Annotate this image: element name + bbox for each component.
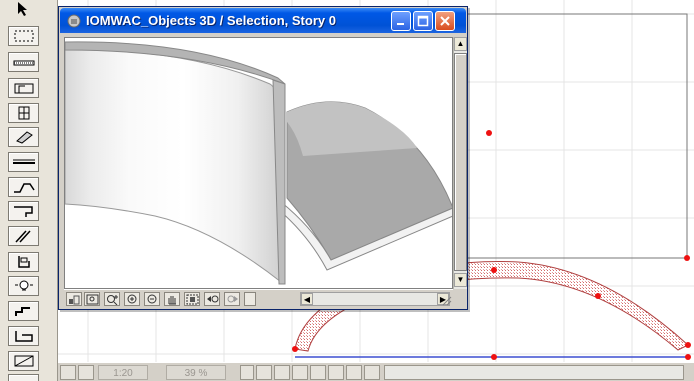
scroll-left-icon[interactable]: ◀: [301, 293, 313, 305]
maximize-icon: [417, 15, 429, 27]
vertical-scroll-thumb[interactable]: [454, 53, 467, 271]
3d-vertical-scrollbar[interactable]: ▲ ▼: [453, 37, 467, 289]
minimize-icon: [397, 23, 404, 25]
zoom-popup-icon[interactable]: [240, 365, 254, 380]
close-icon: [440, 16, 450, 26]
scroll-down-icon[interactable]: ▼: [454, 273, 467, 287]
plan-zoom-plus-minus-icon[interactable]: [256, 365, 272, 380]
zoom-plus-minus-icon[interactable]: [104, 292, 120, 306]
zoom-readout[interactable]: 39 %: [166, 365, 226, 380]
marquee-tool-icon[interactable]: [8, 26, 39, 46]
maximize-button[interactable]: [413, 11, 433, 31]
column-tool-icon[interactable]: [8, 127, 39, 147]
minimize-button[interactable]: [391, 11, 411, 31]
beam-tool-icon[interactable]: [8, 152, 39, 172]
fill-tool-icon[interactable]: [8, 374, 39, 381]
plan-zoom-in-icon[interactable]: [274, 365, 290, 380]
arrow-tool-icon[interactable]: [16, 1, 30, 22]
curved-wall-face: [65, 49, 282, 284]
door-tool-icon[interactable]: [8, 78, 39, 98]
zone-tool-icon[interactable]: [8, 351, 39, 371]
zoom-in-icon[interactable]: [124, 292, 140, 306]
stair-tool-icon[interactable]: [8, 201, 39, 221]
stair-object-icon[interactable]: [8, 326, 39, 346]
object-tool-icon[interactable]: [8, 276, 39, 296]
archicad-3d-window-icon: [66, 13, 82, 29]
3d-view-settings-icon[interactable]: [66, 292, 82, 306]
3d-viewport[interactable]: [64, 37, 453, 289]
scale-readout[interactable]: 1:20: [98, 365, 148, 380]
3d-window-toolbar: ◀ ▶: [64, 289, 453, 307]
wall-tool-icon[interactable]: [8, 52, 39, 72]
plan-status-bar: 1:20 39 %: [58, 362, 694, 381]
3d-window[interactable]: IOMWAC_Objects 3D / Selection, Story 0 ▲…: [58, 6, 468, 310]
plan-settings-icon[interactable]: [60, 365, 76, 380]
curved-slab-upper-face: [287, 101, 417, 156]
slab-tool-icon[interactable]: [8, 177, 39, 197]
previous-zoom-icon[interactable]: [204, 292, 220, 306]
3d-window-title: IOMWAC_Objects 3D / Selection, Story 0: [86, 13, 336, 28]
plan-previous-zoom-icon[interactable]: [346, 365, 362, 380]
lamp-tool-icon[interactable]: [8, 301, 39, 321]
pan-hand-icon[interactable]: [164, 292, 180, 306]
plan-zoom-out-icon[interactable]: [292, 365, 308, 380]
3d-window-titlebar[interactable]: IOMWAC_Objects 3D / Selection, Story 0: [60, 8, 466, 33]
zoom-out-icon[interactable]: [144, 292, 160, 306]
plan-rectangle[interactable]: [429, 13, 688, 259]
plan-horizontal-scrollbar[interactable]: [384, 365, 684, 380]
plan-pan-icon[interactable]: [310, 365, 326, 380]
resize-grip-icon[interactable]: [440, 294, 452, 306]
plan-next-zoom-icon[interactable]: [364, 365, 380, 380]
roof-tool-icon[interactable]: [8, 226, 39, 246]
3d-model-render: [65, 41, 452, 285]
fit-in-window-icon[interactable]: [84, 292, 100, 306]
fit-selection-icon[interactable]: [184, 292, 200, 306]
3d-horizontal-scrollbar[interactable]: ◀ ▶: [300, 292, 450, 306]
mesh-tool-icon[interactable]: [8, 252, 39, 272]
toolbar-scroll-left-icon[interactable]: [244, 292, 256, 306]
window-tool-icon[interactable]: [8, 103, 39, 123]
plan-fit-icon[interactable]: [78, 365, 94, 380]
scroll-up-icon[interactable]: ▲: [454, 37, 467, 51]
close-button[interactable]: [435, 11, 455, 31]
plan-fit-selection-icon[interactable]: [328, 365, 344, 380]
next-zoom-icon[interactable]: [224, 292, 240, 306]
toolbox-palette: [0, 0, 58, 381]
archicad-app: 1:20 39 % IOMWAC_Objects 3D / Selection,…: [0, 0, 694, 381]
